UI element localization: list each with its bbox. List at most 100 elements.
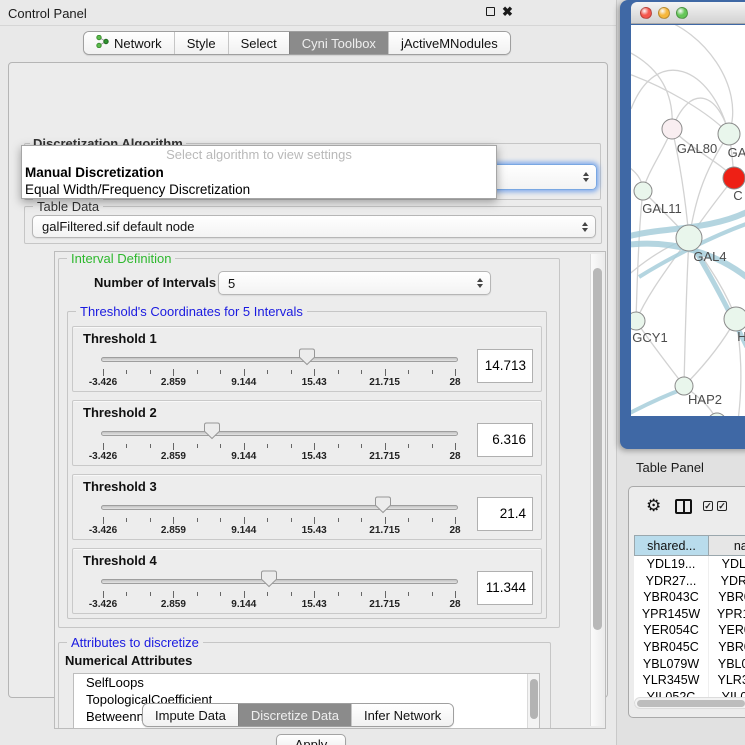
table-row[interactable]: YPR145WYPR145W bbox=[634, 606, 745, 623]
tick-mark bbox=[338, 370, 339, 374]
table-cell[interactable]: YER054C bbox=[709, 622, 745, 639]
network-canvas[interactable]: GAL80GACGAL11GAL4GCY1HHAP2 bbox=[631, 25, 745, 416]
network-node-gal4[interactable] bbox=[676, 225, 702, 251]
scrollbar-thumb[interactable] bbox=[593, 268, 602, 630]
threshold-slider-thumb[interactable] bbox=[261, 570, 277, 588]
minimize-traffic-light[interactable] bbox=[658, 7, 670, 19]
tab-network[interactable]: Network bbox=[84, 32, 174, 54]
table-cell[interactable]: YBR045C bbox=[709, 639, 745, 656]
table-cell[interactable]: YDR27... bbox=[634, 573, 709, 590]
tick-label: 15.43 bbox=[302, 525, 327, 536]
bottom-tab-bar: Impute DataDiscretize DataInfer Network bbox=[142, 703, 454, 727]
table-row[interactable]: YDR27...YDR27... bbox=[634, 573, 745, 590]
scrollbar-thumb[interactable] bbox=[530, 679, 538, 719]
table-cell[interactable]: YDL19... bbox=[634, 556, 709, 573]
cyni-toolbox-panel: Discretization Algorithm Select algorith… bbox=[8, 62, 608, 698]
network-node-gal80[interactable] bbox=[662, 119, 682, 139]
table-toolbar: ⚙ ✓ ✓ bbox=[629, 487, 745, 531]
network-node-gal11[interactable] bbox=[634, 182, 652, 200]
tick-mark bbox=[267, 444, 268, 448]
table-cell[interactable]: YBR045C bbox=[634, 639, 709, 656]
table-row[interactable]: YER054CYER054C bbox=[634, 622, 745, 639]
float-window-icon[interactable] bbox=[486, 7, 495, 16]
table-panel-window: ⚙ ✓ ✓ shared...na... YDL19...YDL19...YDR… bbox=[628, 486, 745, 718]
tick-label: 9.144 bbox=[231, 451, 256, 462]
network-edge[interactable] bbox=[684, 238, 689, 386]
network-node[interactable] bbox=[708, 413, 726, 416]
tick-label: 15.43 bbox=[302, 377, 327, 388]
threshold-slider-track[interactable] bbox=[101, 431, 458, 436]
split-columns-icon[interactable] bbox=[675, 499, 692, 514]
table-cell[interactable]: YLR345W bbox=[709, 672, 745, 689]
tab-select[interactable]: Select bbox=[228, 32, 289, 54]
attributes-list-scrollbar[interactable] bbox=[527, 674, 539, 729]
threshold-slider-track[interactable] bbox=[101, 357, 458, 362]
table-cell[interactable]: YBL079W bbox=[634, 656, 709, 673]
table-cell[interactable]: YPR145W bbox=[634, 606, 709, 623]
checkbox-checked-icon[interactable]: ✓ bbox=[717, 501, 727, 511]
apply-button[interactable]: Apply bbox=[276, 734, 346, 745]
number-of-intervals-combo[interactable]: 5 bbox=[218, 271, 491, 295]
close-traffic-light[interactable] bbox=[640, 7, 652, 19]
tick-mark bbox=[455, 369, 456, 376]
table-cell[interactable]: YLR345W bbox=[634, 672, 709, 689]
tab-jactivemnodules[interactable]: jActiveMNodules bbox=[388, 32, 510, 54]
tab-cyni-toolbox[interactable]: Cyni Toolbox bbox=[289, 32, 388, 54]
table-row[interactable]: YBL079WYBL079W bbox=[634, 656, 745, 673]
close-icon[interactable]: ✖ bbox=[502, 6, 513, 17]
threshold-slider-track[interactable] bbox=[101, 579, 458, 584]
checkbox-checked-icon[interactable]: ✓ bbox=[703, 501, 713, 511]
threshold-slider-track[interactable] bbox=[101, 505, 458, 510]
tick-mark bbox=[244, 517, 245, 524]
threshold-value-field[interactable]: 6.316 bbox=[477, 423, 533, 457]
tab-discretize-data[interactable]: Discretize Data bbox=[238, 704, 351, 726]
network-edge-thick[interactable] bbox=[631, 389, 683, 415]
tick-mark bbox=[173, 443, 174, 450]
table-cell[interactable]: YDR27... bbox=[709, 573, 745, 590]
table-row[interactable]: YDL19...YDL19... bbox=[634, 556, 745, 573]
algorithm-option-manual[interactable]: Manual Discretization bbox=[22, 164, 496, 181]
network-edge[interactable] bbox=[631, 51, 672, 129]
table-row[interactable]: YLR345WYLR345W bbox=[634, 672, 745, 689]
list-item[interactable]: SelfLoops bbox=[74, 674, 539, 691]
control-panel-titlebar: Control Panel ✖ bbox=[0, 0, 616, 26]
settings-scrollbar[interactable] bbox=[590, 254, 603, 726]
table-cell[interactable]: YBR043C bbox=[634, 589, 709, 606]
table-row[interactable]: YBR045CYBR045C bbox=[634, 639, 745, 656]
threshold-value-field[interactable]: 14.713 bbox=[477, 349, 533, 383]
tick-mark bbox=[408, 518, 409, 522]
table-cell[interactable]: YBR043C bbox=[709, 589, 745, 606]
tab-style[interactable]: Style bbox=[174, 32, 228, 54]
zoom-traffic-light[interactable] bbox=[676, 7, 688, 19]
column-header-shared-[interactable]: shared... bbox=[634, 535, 709, 556]
scrollbar-thumb[interactable] bbox=[637, 700, 745, 707]
threshold-slider-thumb[interactable] bbox=[204, 422, 220, 440]
table-cell[interactable]: YER054C bbox=[634, 622, 709, 639]
table-cell[interactable]: YBL079W bbox=[709, 656, 745, 673]
tab-label: Cyni Toolbox bbox=[302, 36, 376, 51]
network-node-c[interactable] bbox=[723, 167, 745, 189]
network-node-h[interactable] bbox=[724, 307, 745, 331]
tab-impute-data[interactable]: Impute Data bbox=[143, 704, 238, 726]
table-horizontal-scrollbar[interactable] bbox=[634, 697, 745, 709]
threshold-value-field[interactable]: 11.344 bbox=[477, 571, 533, 605]
threshold-slider-thumb[interactable] bbox=[375, 496, 391, 514]
algorithm-option-equal-width[interactable]: Equal Width/Frequency Discretization bbox=[22, 181, 496, 198]
network-edge[interactable] bbox=[684, 319, 736, 386]
threshold-value-field[interactable]: 21.4 bbox=[477, 497, 533, 531]
table-row[interactable]: YBR043CYBR043C bbox=[634, 589, 745, 606]
table-data-combo[interactable]: galFiltered.sif default node bbox=[32, 215, 596, 238]
network-graph: GAL80GACGAL11GAL4GCY1HHAP2 bbox=[631, 25, 745, 416]
table-cell[interactable]: YDL19... bbox=[709, 556, 745, 573]
column-header-na-[interactable]: na... bbox=[709, 535, 745, 556]
network-node-gcy1[interactable] bbox=[631, 312, 645, 330]
network-node-ga[interactable] bbox=[718, 123, 740, 145]
tick-mark bbox=[291, 518, 292, 522]
table-cell[interactable]: YPR145W bbox=[709, 606, 745, 623]
algorithm-placeholder-option[interactable]: Select algorithm to view settings bbox=[22, 146, 496, 164]
threshold-slider-thumb[interactable] bbox=[299, 348, 315, 366]
tab-infer-network[interactable]: Infer Network bbox=[351, 704, 453, 726]
threshold-panel-2: Threshold 2-3.4262.8599.14415.4321.71528… bbox=[72, 400, 542, 466]
node-label: HAP2 bbox=[688, 392, 722, 407]
gear-icon[interactable]: ⚙ bbox=[646, 496, 661, 516]
